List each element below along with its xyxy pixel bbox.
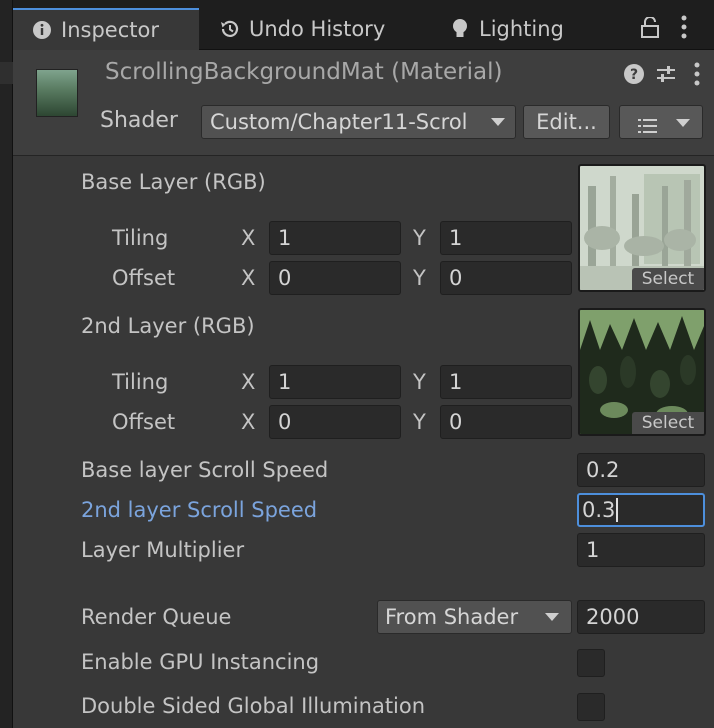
axis-x-label: X [241, 370, 256, 394]
double-sided-gi-label: Double Sided Global Illumination [81, 694, 426, 718]
base-tiling-x-field[interactable]: 1 [269, 221, 401, 255]
text-cursor [616, 498, 619, 522]
second-scroll-speed-label: 2nd layer Scroll Speed [81, 498, 318, 522]
base-scroll-speed-field[interactable]: 0.2 [577, 453, 705, 487]
shader-label: Shader [100, 108, 178, 133]
header-more-icon[interactable] [693, 62, 701, 91]
double-sided-gi-checkbox[interactable] [577, 693, 605, 721]
layer-multiplier-field[interactable]: 1 [577, 533, 705, 567]
tab-inspector[interactable]: Inspector [13, 8, 199, 50]
shader-dropdown-value: Custom/Chapter11-Scrol [210, 110, 468, 134]
second-offset-label: Offset [112, 410, 176, 434]
list-icon [638, 115, 658, 139]
base-scroll-speed-label: Base layer Scroll Speed [81, 458, 329, 482]
second-tiling-y-field[interactable]: 1 [440, 365, 572, 399]
tab-lighting[interactable]: Lighting [431, 8, 611, 50]
render-queue-mode: From Shader [385, 605, 519, 629]
gpu-instancing-checkbox[interactable] [577, 649, 605, 677]
material-title: ScrollingBackgroundMat (Material) [105, 59, 503, 85]
axis-y-label: Y [413, 410, 426, 434]
chevron-down-icon [676, 119, 690, 127]
more-icon[interactable] [680, 15, 688, 44]
tab-undo-history[interactable]: Undo History [201, 8, 407, 50]
second-tiling-x-field[interactable]: 1 [269, 365, 401, 399]
preset-icon[interactable] [655, 63, 677, 90]
second-scroll-speed-value: 0.3 [582, 498, 616, 522]
base-layer-texture-slot[interactable]: Select [578, 164, 706, 292]
render-queue-label: Render Queue [81, 605, 232, 629]
base-tiling-y-field[interactable]: 1 [440, 221, 572, 255]
shader-dropdown[interactable]: Custom/Chapter11-Scrol [201, 105, 516, 139]
axis-x-label: X [241, 226, 256, 250]
lock-icon[interactable] [640, 16, 660, 44]
second-scroll-speed-field[interactable]: 0.3 [577, 493, 705, 527]
second-layer-select-button[interactable]: Select [632, 412, 704, 434]
help-icon[interactable]: ? [623, 63, 645, 90]
second-layer-title: 2nd Layer (RGB) [81, 314, 255, 338]
tab-undo-history-label: Undo History [249, 17, 386, 41]
base-layer-select-button[interactable]: Select [632, 268, 704, 290]
svg-text:?: ? [630, 67, 638, 83]
tab-inspector-label: Inspector [61, 18, 159, 42]
gpu-instancing-label: Enable GPU Instancing [81, 650, 320, 674]
base-layer-title: Base Layer (RGB) [81, 170, 266, 194]
render-queue-value-field[interactable]: 2000 [577, 600, 705, 634]
axis-x-label: X [241, 266, 256, 290]
material-preview-thumbnail[interactable] [36, 69, 78, 117]
edit-shader-button[interactable]: Edit... [523, 105, 610, 139]
second-layer-texture-slot[interactable]: Select [578, 308, 706, 436]
axis-x-label: X [241, 410, 256, 434]
history-icon [219, 18, 241, 40]
second-offset-x-field[interactable]: 0 [269, 405, 401, 439]
render-queue-dropdown[interactable]: From Shader [377, 600, 572, 634]
left-gutter [0, 0, 13, 728]
info-icon [31, 19, 53, 41]
base-offset-x-field[interactable]: 0 [269, 261, 401, 295]
axis-y-label: Y [413, 226, 426, 250]
second-tiling-label: Tiling [112, 370, 169, 394]
base-offset-y-field[interactable]: 0 [440, 261, 572, 295]
shader-options-button[interactable] [619, 105, 703, 139]
tab-lighting-label: Lighting [479, 17, 564, 41]
chevron-down-icon [491, 118, 505, 126]
base-tiling-label: Tiling [112, 226, 169, 250]
base-offset-label: Offset [112, 266, 176, 290]
tab-bar: Inspector Undo History Lighting [13, 0, 714, 50]
second-offset-y-field[interactable]: 0 [440, 405, 572, 439]
axis-y-label: Y [413, 266, 426, 290]
lightbulb-icon [449, 18, 471, 40]
axis-y-label: Y [413, 370, 426, 394]
layer-multiplier-label: Layer Multiplier [81, 538, 245, 562]
chevron-down-icon [545, 613, 559, 621]
